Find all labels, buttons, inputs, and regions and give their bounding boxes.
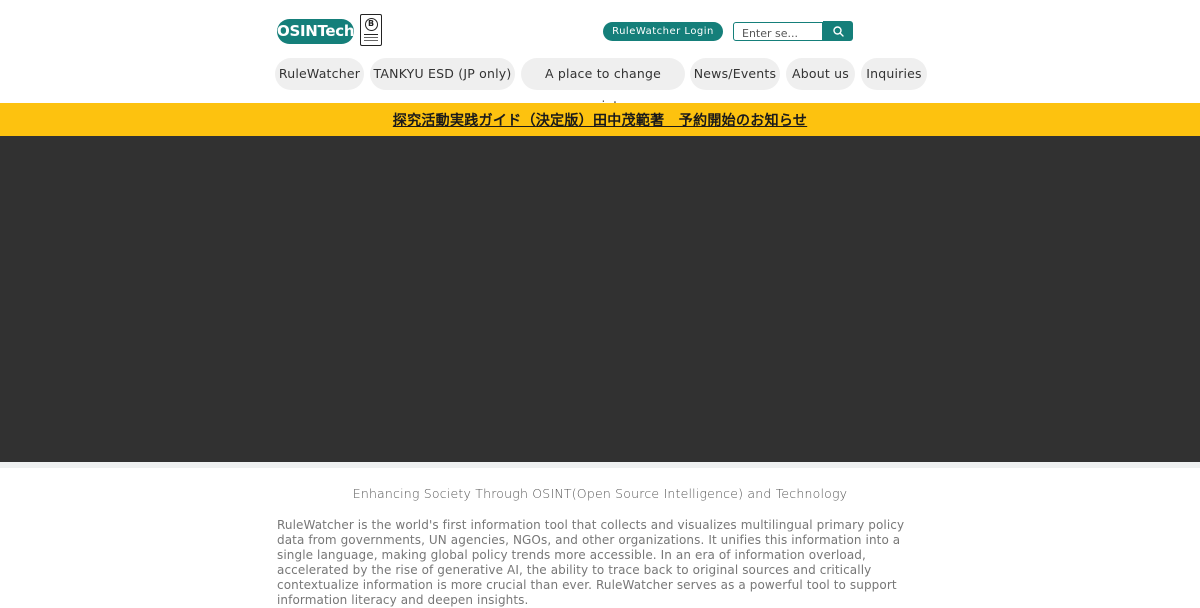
osintech-logo[interactable]: OSINTech: [277, 19, 355, 44]
tagline: Enhancing Society Through OSINT(Open Sou…: [352, 486, 848, 501]
nav-inquiries[interactable]: Inquiries: [861, 58, 927, 90]
site-header: OSINTech B RuleWatcher Login RuleWatcher…: [0, 0, 1200, 113]
bcorp-letter: B: [364, 18, 378, 31]
nav-rulewatcher[interactable]: RuleWatcher: [275, 58, 364, 90]
hero-area: [0, 136, 1200, 462]
intro-paragraph: RuleWatcher is the world's first informa…: [277, 518, 905, 607]
search-input[interactable]: [733, 22, 823, 41]
bcorp-certified-logo: B: [360, 14, 382, 46]
search-icon: [832, 25, 844, 37]
nav-tankyu-esd[interactable]: TANKYU ESD (JP only): [370, 58, 515, 90]
section-divider: [0, 462, 1200, 468]
nav-news-events[interactable]: News/Events: [690, 58, 780, 90]
announcement-link[interactable]: 探究活動実践ガイド（決定版）田中茂範著 予約開始のお知らせ: [393, 110, 807, 130]
search-button[interactable]: [823, 21, 853, 41]
nav-about-us[interactable]: About us: [786, 58, 855, 90]
announcement-banner: 探究活動実践ガイド（決定版）田中茂範著 予約開始のお知らせ: [0, 103, 1200, 136]
rulewatcher-login-button[interactable]: RuleWatcher Login: [603, 22, 723, 41]
nav-place-to-change-society[interactable]: A place to change society: [521, 58, 685, 113]
